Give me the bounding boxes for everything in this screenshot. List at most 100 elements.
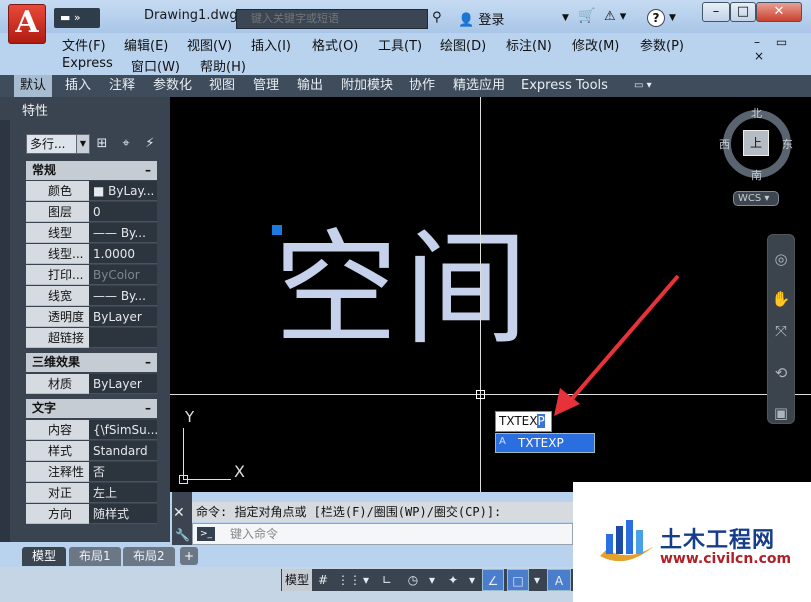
menu-express[interactable]: Express [62,56,113,71]
tab-insert[interactable]: 插入 [59,75,97,97]
text-grip-handle[interactable] [272,225,282,235]
command-prompt-icon[interactable]: >_ [197,527,215,541]
tab-default[interactable]: 默认 [14,75,53,97]
document-window-controls[interactable]: – ▭ × [754,35,811,63]
application-menu-button[interactable]: A [8,4,46,44]
model-space-button[interactable]: 模型 [282,569,312,591]
menu-format[interactable]: 格式(O) [312,35,358,54]
annotation-scale-icon[interactable]: A [547,569,571,591]
property-value[interactable]: {\fSimSu... [89,420,157,440]
menu-help[interactable]: 帮助(H) [200,56,246,75]
property-row[interactable]: 对正 左上 [26,483,157,504]
isodraft-icon[interactable]: ✦ [442,569,464,591]
tab-manage[interactable]: 管理 [247,75,285,97]
folder-icon[interactable]: ▬ » [60,11,81,24]
property-row[interactable]: 颜色 ■ ByLay... [26,181,157,202]
section-text[interactable]: 文字 – [26,399,157,418]
tab-view[interactable]: 视图 [203,75,241,97]
property-value[interactable]: —— By... [89,223,157,243]
property-value[interactable]: 随样式 [89,504,157,524]
menu-edit[interactable]: 编辑(E) [124,35,168,54]
ribbon-options-icon[interactable]: ▭ ▾ [628,75,658,97]
quick-access-toolbar[interactable]: ▬ » [54,8,100,28]
property-value[interactable]: ByColor [89,265,157,285]
tab-addins[interactable]: 附加模块 [335,75,399,97]
sign-in-button[interactable]: 👤 登录 [458,9,504,28]
showmotion-icon[interactable]: ▣ [769,404,793,422]
property-value[interactable]: —— By... [89,286,157,306]
steering-wheel-icon[interactable]: ◎ [769,250,793,268]
property-value[interactable]: 左上 [89,483,157,503]
property-row[interactable]: 线型 —— By... [26,223,157,244]
property-row[interactable]: 材质 ByLayer [26,374,157,395]
tab-collaborate[interactable]: 协作 [403,75,441,97]
orbit-icon[interactable]: ⟲ [769,364,793,382]
property-value[interactable]: ■ ByLay... [89,181,157,201]
property-row[interactable]: 线型... 1.0000 [26,244,157,265]
compass-south[interactable]: 南 [751,167,762,183]
property-value[interactable]: ByLayer [89,374,157,394]
collapse-icon[interactable]: – [145,353,151,372]
wcs-menu[interactable]: WCS ▾ [733,191,779,206]
toggle-pickadd-icon[interactable]: ⊞ [92,134,112,154]
tab-parametric[interactable]: 参数化 [147,75,198,97]
menu-view[interactable]: 视图(V) [187,35,232,54]
tab-express-tools[interactable]: Express Tools [515,75,614,97]
quick-select-icon[interactable]: ⚡ [140,134,160,154]
binoculars-icon[interactable]: ⚲ [432,10,442,25]
add-layout-button[interactable]: + [180,547,198,565]
minimize-button[interactable]: – [702,2,730,22]
maximize-button[interactable]: □ [730,2,756,22]
property-row[interactable]: 图层 0 [26,202,157,223]
property-row[interactable]: 样式 Standard [26,441,157,462]
tab-annotate[interactable]: 注释 [103,75,141,97]
property-row[interactable]: 内容 {\fSimSu... [26,420,157,441]
otrack-icon[interactable]: ∠ [482,569,504,591]
property-row[interactable]: 方向 随样式 [26,504,157,525]
tab-output[interactable]: 输出 [291,75,329,97]
chevron-down-icon[interactable]: ▼ [562,13,569,23]
exchange-icon[interactable]: ⚠ ▾ [604,9,626,24]
command-input[interactable] [230,525,570,543]
tab-layout2[interactable]: 布局2 [123,547,175,566]
compass-north[interactable]: 北 [751,105,762,121]
property-value[interactable]: Standard [89,441,157,461]
property-row[interactable]: 透明度 ByLayer [26,307,157,328]
select-objects-icon[interactable]: ⌖ [116,134,136,154]
section-3d-effects[interactable]: 三维效果 – [26,353,157,372]
tab-featured-apps[interactable]: 精选应用 [447,75,511,97]
ortho-icon[interactable]: ∟ [376,569,398,591]
zoom-extents-icon[interactable]: ⤧ [769,322,793,340]
wrench-icon[interactable]: 🔧 [175,528,190,542]
chevron-down-icon[interactable]: ▾ [360,569,372,591]
property-value[interactable]: 否 [89,462,157,482]
chevron-down-icon[interactable]: ▾ [531,569,543,591]
property-value[interactable]: ByLayer [89,307,157,327]
tab-model[interactable]: 模型 [22,547,67,566]
collapse-icon[interactable]: – [145,161,151,180]
palette-title-strip[interactable] [0,120,10,542]
menu-window[interactable]: 窗口(W) [131,56,180,75]
menu-tools[interactable]: 工具(T) [378,35,422,54]
compass-west[interactable]: 西 [719,136,730,152]
menu-parametric[interactable]: 参数(P) [640,35,684,54]
property-row[interactable]: 线宽 —— By... [26,286,157,307]
menu-file[interactable]: 文件(F) [62,35,106,54]
close-button[interactable]: ✕ [756,2,802,22]
polar-icon[interactable]: ◷ [402,569,424,591]
autocomplete-item[interactable]: TXTEXP [495,433,595,453]
property-value[interactable] [89,328,157,348]
property-row[interactable]: 注释性否 [26,462,157,483]
property-value[interactable]: 1.0000 [89,244,157,264]
menu-insert[interactable]: 插入(I) [251,35,291,54]
menu-modify[interactable]: 修改(M) [572,35,619,54]
menu-dimension[interactable]: 标注(N) [506,35,552,54]
chevron-down-icon[interactable]: ▾ [466,569,478,591]
collapse-icon[interactable]: – [145,399,151,418]
dynamic-input-box[interactable]: TXTEXP [495,411,552,432]
property-value[interactable]: 0 [89,202,157,222]
menu-draw[interactable]: 绘图(D) [440,35,486,54]
close-icon[interactable]: ✕ [173,505,185,521]
search-input[interactable] [236,9,428,29]
property-row[interactable]: 打印... ByColor [26,265,157,286]
